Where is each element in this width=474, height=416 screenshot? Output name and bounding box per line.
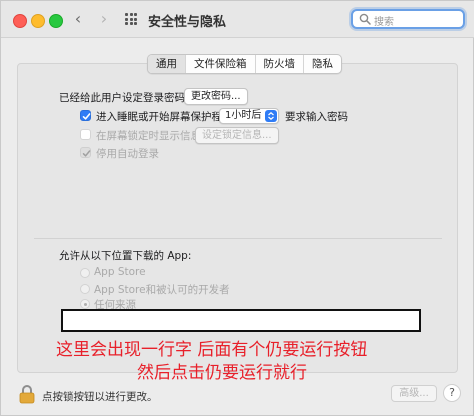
chevron-up-down-icon [265,110,277,122]
window-title: 安全性与隐私 [148,15,227,30]
annotation-line-2: 然后点击仍要运行就行 [137,363,307,383]
tab-filevault[interactable]: 文件保险箱 [185,55,255,73]
disable-auto-login-checkbox[interactable] [80,147,91,158]
search-field[interactable]: 搜索 [351,9,465,29]
radio-app-store[interactable] [80,268,90,278]
search-icon [359,13,371,25]
require-password-suffix: 要求输入密码 [285,111,348,123]
tab-firewall[interactable]: 防火墙 [254,55,304,73]
tab-privacy[interactable]: 隐私 [303,55,341,73]
minimize-window-button[interactable] [31,14,45,28]
title-bar: ‹ › 安全性与隐私 搜索 [1,1,474,38]
require-password-delay-value: 1小时后 [225,110,262,121]
disable-auto-login-label: 停用自动登录 [96,148,159,160]
show-all-grid-icon[interactable] [125,13,137,25]
back-button[interactable]: ‹ [69,10,87,28]
show-message-checkbox[interactable] [80,129,91,140]
radio-anywhere[interactable] [80,299,90,309]
forward-button[interactable]: › [95,10,113,28]
general-panel: 已经给此用户设定登录密码 更改密码... 进入睡眠或开始屏幕保护程序 1小时后 … [17,63,458,373]
radio-identified-developers[interactable] [80,284,90,294]
advanced-button[interactable]: 高级... [391,385,437,402]
change-password-button[interactable]: 更改密码... [184,88,248,105]
lock-icon[interactable] [19,384,35,404]
help-button[interactable]: ? [443,384,461,402]
show-message-label: 在屏幕锁定时显示信息 [96,130,201,142]
download-source-heading: 允许从以下位置下载的 App: [59,250,192,262]
section-divider [34,238,442,239]
annotation-placeholder-box [61,309,421,332]
preferences-window: ‹ › 安全性与隐私 搜索 已经给此用户设定登录密码 更改密码... 进入睡眠或… [0,0,474,416]
require-password-label: 进入睡眠或开始屏幕保护程序 [96,111,233,123]
close-window-button[interactable] [13,14,27,28]
checkmark-icon [82,150,91,157]
checkmark-icon [82,113,91,120]
require-password-checkbox[interactable] [80,110,91,121]
set-lock-message-button[interactable]: 设定锁定信息... [195,127,279,144]
lock-hint-text: 点按锁按钮以进行更改。 [42,391,158,403]
search-placeholder: 搜索 [374,17,394,28]
tab-general[interactable]: 通用 [148,55,185,73]
require-password-delay-select[interactable]: 1小时后 [219,108,279,124]
annotation-line-1: 这里会出现一行字 后面有个仍要运行按钮 [56,340,368,360]
radio-app-store-label: App Store [94,266,146,278]
radio-identified-developers-label: App Store和被认可的开发者 [94,284,230,296]
tab-bar: 通用 文件保险箱 防火墙 隐私 [147,54,342,74]
password-set-label: 已经给此用户设定登录密码 [59,92,185,104]
fullscreen-window-button[interactable] [49,14,63,28]
